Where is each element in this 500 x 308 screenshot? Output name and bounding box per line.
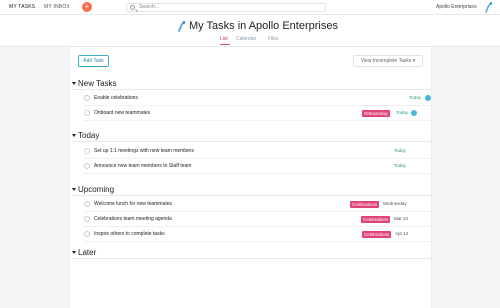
task-tag[interactable]: Celebrations [350, 201, 380, 208]
tab-files[interactable]: Files [268, 36, 279, 42]
task-due-date[interactable]: Mar 24 [394, 216, 408, 221]
nav-my-inbox[interactable]: MY INBOX [44, 4, 70, 10]
task-name[interactable]: Welcome lunch for new teammates [94, 201, 172, 207]
section-header-later[interactable]: Later [72, 248, 96, 257]
section-label: New Tasks [78, 79, 117, 88]
checkmark-circle-icon[interactable] [84, 110, 90, 116]
search-icon [130, 5, 135, 10]
apollo-logo-icon [178, 21, 186, 32]
task-due-date[interactable]: Today [394, 163, 406, 168]
task-due-date[interactable]: Today [394, 148, 406, 153]
task-row[interactable]: Announce new team members to Staff team … [84, 159, 433, 174]
checkmark-circle-icon[interactable] [84, 201, 90, 207]
section-divider [72, 258, 431, 259]
task-row[interactable]: Onboard new teammates Onboarding Today [84, 106, 433, 121]
task-tag[interactable]: Celebrations [362, 231, 392, 238]
caret-down-icon [72, 134, 76, 137]
checkmark-circle-icon[interactable] [84, 163, 90, 169]
page-header: My Tasks in Apollo Enterprises List Cale… [0, 15, 500, 47]
checkmark-circle-icon[interactable] [84, 148, 90, 154]
section-header-upcoming[interactable]: Upcoming [72, 185, 114, 194]
section-header-today[interactable]: Today [72, 131, 99, 140]
task-row[interactable]: Enable celebrations Today [84, 91, 433, 106]
org-switcher[interactable]: Apollo Enterprises [436, 4, 477, 10]
tab-calendar[interactable]: Calendar [236, 36, 256, 42]
add-button[interactable]: + [82, 2, 92, 12]
section-label: Later [78, 248, 97, 257]
search-input[interactable]: Search... [126, 3, 326, 12]
section-divider [72, 89, 431, 90]
task-row[interactable]: Inspire others to complete tasks Celebra… [84, 227, 433, 242]
task-row[interactable]: Welcome lunch for new teammates Celebrat… [84, 197, 433, 212]
checkmark-circle-icon[interactable] [84, 231, 90, 237]
section-header-new-tasks[interactable]: New Tasks [72, 79, 117, 88]
task-name[interactable]: Inspire others to complete tasks [94, 231, 165, 237]
section-divider [72, 141, 431, 142]
top-bar: MY TASKS MY INBOX + Search... Apollo Ent… [0, 0, 500, 15]
search-placeholder: Search... [139, 4, 160, 10]
task-due-date[interactable]: Apr 14 [395, 231, 408, 236]
task-tag[interactable]: Onboarding [362, 110, 390, 117]
checkmark-circle-icon[interactable] [84, 216, 90, 222]
task-row[interactable]: Set up 1:1 meetings with new team member… [84, 144, 433, 159]
task-list-panel: Add Task View Incomplete Tasks ▾ New Tas… [69, 47, 433, 308]
active-tab-indicator [220, 44, 230, 45]
caret-down-icon [72, 251, 76, 254]
task-due-date[interactable]: Wednesday [383, 201, 407, 206]
task-name[interactable]: Announce new team members to Staff team [94, 163, 191, 169]
task-due-date[interactable]: Today [396, 110, 408, 115]
plus-icon: + [84, 2, 90, 11]
task-name[interactable]: Onboard new teammates [94, 110, 150, 116]
task-name[interactable]: Celebrations team meeting agenda [94, 216, 172, 222]
page-title: My Tasks in Apollo Enterprises [189, 20, 338, 32]
avatar[interactable] [425, 95, 431, 101]
caret-down-icon [72, 188, 76, 191]
avatar[interactable] [411, 110, 417, 116]
section-label: Upcoming [78, 185, 115, 194]
task-name[interactable]: Set up 1:1 meetings with new team member… [94, 148, 194, 154]
section-label: Today [78, 131, 100, 140]
tab-list[interactable]: List [220, 36, 228, 42]
apollo-logo-icon [485, 2, 493, 13]
caret-down-icon [72, 82, 76, 85]
add-task-button[interactable]: Add Task [78, 55, 109, 67]
section-divider [72, 195, 431, 196]
task-tag[interactable]: Celebrations [361, 216, 391, 223]
task-row[interactable]: Celebrations team meeting agenda Celebra… [84, 212, 433, 227]
task-due-date[interactable]: Today [409, 95, 421, 100]
view-filter-dropdown[interactable]: View Incomplete Tasks ▾ [353, 55, 423, 67]
nav-my-tasks[interactable]: MY TASKS [9, 4, 35, 10]
checkmark-circle-icon[interactable] [84, 95, 90, 101]
task-name[interactable]: Enable celebrations [94, 95, 138, 101]
